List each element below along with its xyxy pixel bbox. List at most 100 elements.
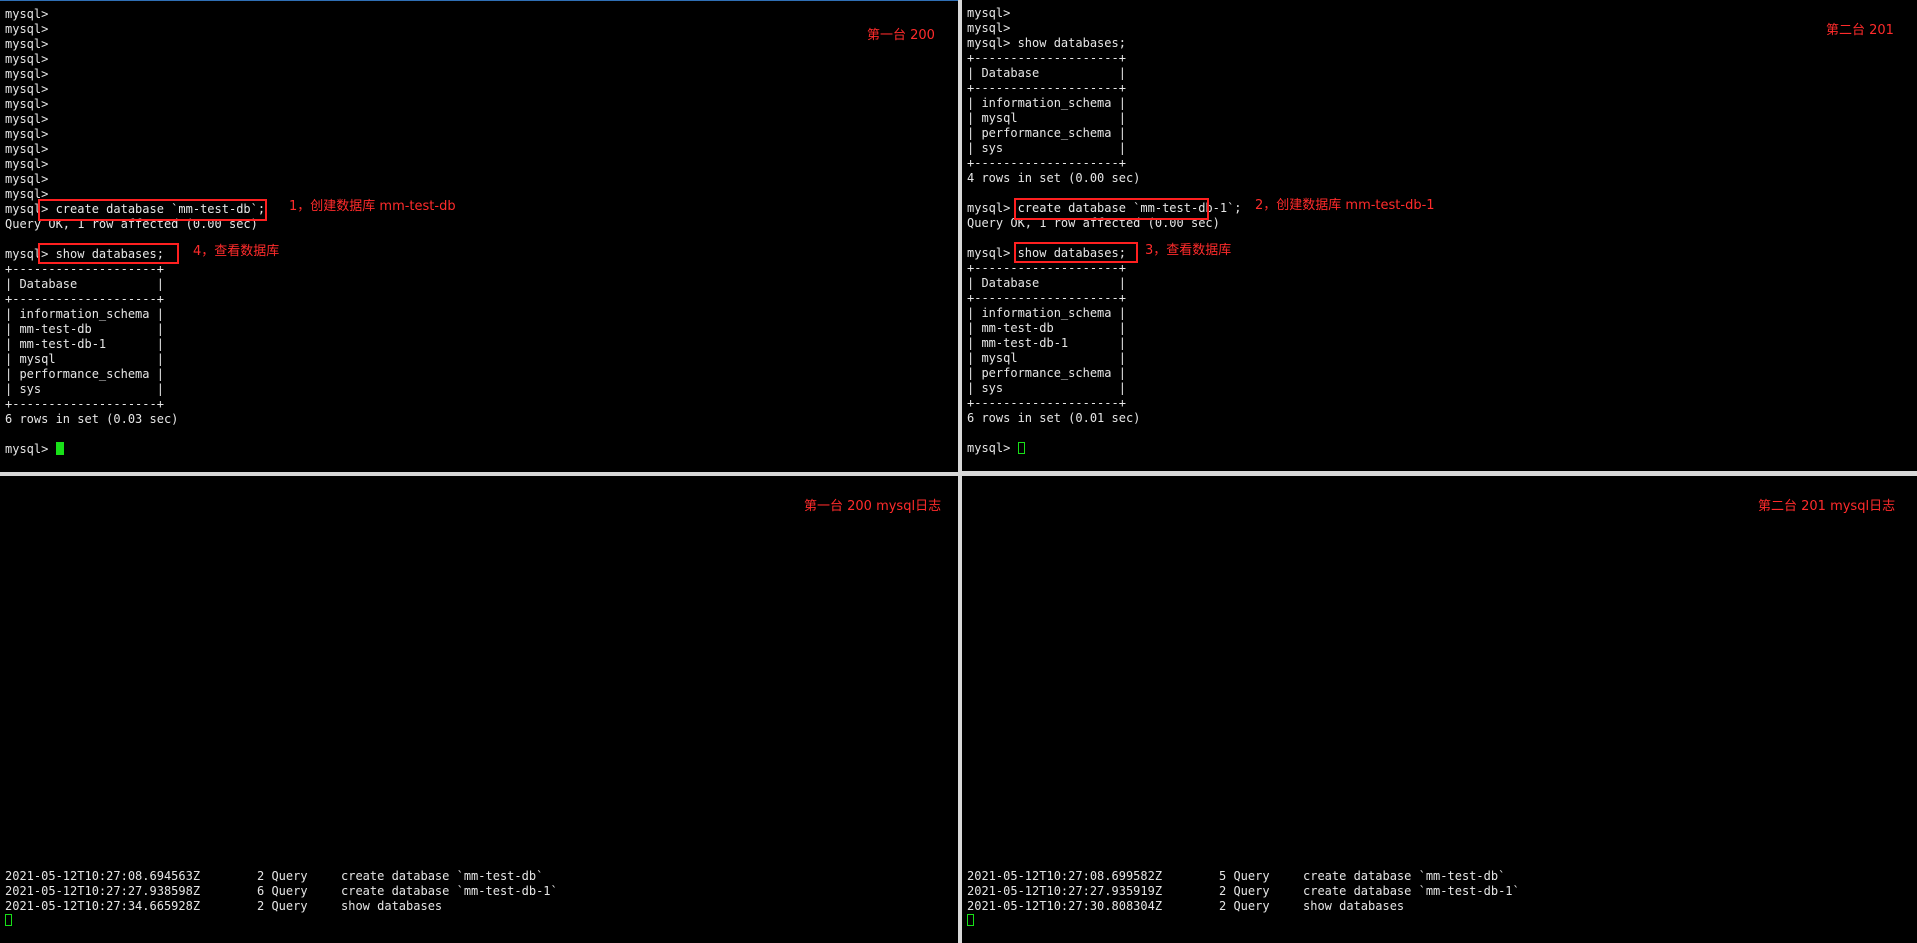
log-output: 2021-05-12T10:27:08.694563Z 2 Query crea…: [5, 869, 558, 929]
terminal-line: 6 rows in set (0.03 sec): [5, 412, 179, 426]
log-output: 2021-05-12T10:27:08.699582Z 5 Query crea…: [967, 869, 1520, 929]
terminal-line: mysql>: [5, 112, 49, 126]
terminal-line: | mysql |: [967, 351, 1126, 365]
terminal-line: mysql>: [5, 172, 49, 186]
log-thread-query: 2 Query: [1219, 884, 1270, 898]
terminal-line: | sys |: [967, 141, 1126, 155]
terminal-line: +--------------------+: [5, 397, 164, 411]
terminal-cursor: [5, 914, 12, 926]
terminal-line: +--------------------+: [5, 262, 164, 276]
log-command: create database `mm-test-db`: [1303, 869, 1506, 883]
terminal-line: 6 rows in set (0.01 sec): [967, 411, 1141, 425]
pane-label: 第二台 201 mysql日志: [1758, 499, 1896, 514]
terminal-line: mysql>: [5, 97, 49, 111]
log-timestamp: 2021-05-12T10:27:08.694563Z: [5, 869, 201, 883]
terminal-line: +--------------------+: [967, 396, 1126, 410]
pane-label: 第一台 200 mysql日志: [804, 499, 942, 514]
terminal-line: mysql>: [967, 6, 1011, 20]
terminal-line: +--------------------+: [967, 51, 1126, 65]
terminal-line: mysql>: [5, 7, 49, 21]
annotation-step-2: 2，创建数据库 mm-test-db-1: [1255, 198, 1435, 213]
terminal-line: | performance_schema |: [967, 366, 1126, 380]
terminal-line: | Database |: [5, 277, 164, 291]
terminal-line: | mm-test-db |: [5, 322, 164, 336]
log-timestamp: 2021-05-12T10:27:30.808304Z: [967, 899, 1163, 913]
log-row: 2021-05-12T10:27:08.694563Z 2 Query crea…: [5, 869, 543, 884]
log-command: create database `mm-test-db`: [341, 869, 544, 883]
annotation-step-3: 3，查看数据库: [1145, 243, 1232, 258]
terminal-line: +--------------------+: [967, 291, 1126, 305]
terminal-line: mysql>: [5, 82, 49, 96]
terminal-line: mysql>: [5, 37, 49, 51]
terminal-line: | mysql |: [967, 111, 1126, 125]
highlight-show-command: [1014, 242, 1138, 263]
annotation-step-4: 4，查看数据库: [193, 244, 280, 259]
pane-label: 第一台 200: [867, 28, 935, 43]
terminal-line: mysql>: [5, 157, 49, 171]
terminal-line: mysql>: [5, 442, 265, 457]
terminal-line: | information_schema |: [5, 307, 164, 321]
log-timestamp: 2021-05-12T10:27:27.935919Z: [967, 884, 1163, 898]
log-pane-bottom-right[interactable]: 第二台 201 mysql日志 2021-05-12T10:27:08.6995…: [962, 476, 1917, 943]
terminal-cursor: [967, 914, 974, 926]
terminal-output: mysql> mysql> mysql> mysql> mysql> mysql> mysq…: [5, 7, 265, 457]
log-thread-query: 6 Query: [257, 884, 308, 898]
terminal-line: | sys |: [5, 382, 164, 396]
log-command: show databases: [1303, 899, 1405, 913]
log-thread-query: 5 Query: [1219, 869, 1270, 883]
terminal-cursor: [1017, 442, 1025, 454]
terminal-line: +--------------------+: [967, 156, 1126, 170]
terminal-pane-top-right[interactable]: mysql> mysql> mysql> show databases; +-----…: [962, 0, 1917, 471]
log-row: 2021-05-12T10:27:30.808304Z 2 Query show…: [967, 899, 1404, 914]
log-cursor-row: [967, 914, 1010, 929]
log-row: 2021-05-12T10:27:34.665928Z 2 Query show…: [5, 899, 442, 914]
terminal-line: | performance_schema |: [967, 126, 1126, 140]
log-command: show databases: [341, 899, 443, 913]
terminal-line: +--------------------+: [967, 261, 1126, 275]
terminal-line: | information_schema |: [967, 306, 1126, 320]
terminal-line: mysql>: [5, 142, 49, 156]
terminal-line: | performance_schema |: [5, 367, 164, 381]
terminal-cursor: [55, 442, 64, 455]
highlight-create-command: [1014, 198, 1209, 220]
terminal-line: mysql>: [967, 21, 1011, 35]
log-row: 2021-05-12T10:27:27.938598Z 6 Query crea…: [5, 884, 558, 899]
log-command: create database `mm-test-db-1`: [1303, 884, 1520, 898]
terminal-line: | mm-test-db-1 |: [967, 336, 1126, 350]
terminal-line: | sys |: [967, 381, 1126, 395]
terminal-line: mysql>: [5, 22, 49, 36]
annotation-step-1: 1，创建数据库 mm-test-db: [289, 199, 456, 214]
terminal-line: 4 rows in set (0.00 sec): [967, 171, 1141, 185]
highlight-create-command: [38, 199, 267, 221]
terminal-output: mysql> mysql> mysql> show databases; +-----…: [967, 6, 1242, 456]
terminal-line: mysql>: [967, 441, 1242, 456]
log-pane-bottom-left[interactable]: 第一台 200 mysql日志 2021-05-12T10:27:08.6945…: [0, 476, 958, 943]
log-thread-query: 2 Query: [257, 869, 308, 883]
log-thread-query: 2 Query: [257, 899, 308, 913]
terminal-line: | information_schema |: [967, 96, 1126, 110]
log-command: create database `mm-test-db-1`: [341, 884, 558, 898]
log-timestamp: 2021-05-12T10:27:34.665928Z: [5, 899, 201, 913]
terminal-line: | mm-test-db |: [967, 321, 1126, 335]
pane-label: 第二台 201: [1826, 23, 1894, 38]
terminal-line: +--------------------+: [5, 292, 164, 306]
terminal-line: | Database |: [967, 66, 1126, 80]
terminal-line: mysql>: [5, 67, 49, 81]
log-row: 2021-05-12T10:27:08.699582Z 5 Query crea…: [967, 869, 1505, 884]
terminal-line: mysql>: [5, 52, 49, 66]
terminal-line: mysql> show databases;: [967, 36, 1126, 50]
terminal-line: | mm-test-db-1 |: [5, 337, 164, 351]
log-thread-query: 2 Query: [1219, 899, 1270, 913]
terminal-pane-top-left[interactable]: mysql> mysql> mysql> mysql> mysql> mysql> mysq…: [0, 0, 958, 472]
terminal-line: | Database |: [967, 276, 1126, 290]
terminal-line: | mysql |: [5, 352, 164, 366]
terminal-line: +--------------------+: [967, 81, 1126, 95]
log-row: 2021-05-12T10:27:27.935919Z 2 Query crea…: [967, 884, 1520, 899]
log-cursor-row: [5, 914, 48, 929]
highlight-show-command: [38, 243, 179, 264]
log-timestamp: 2021-05-12T10:27:08.699582Z: [967, 869, 1163, 883]
terminal-line: mysql>: [5, 127, 49, 141]
log-timestamp: 2021-05-12T10:27:27.938598Z: [5, 884, 201, 898]
